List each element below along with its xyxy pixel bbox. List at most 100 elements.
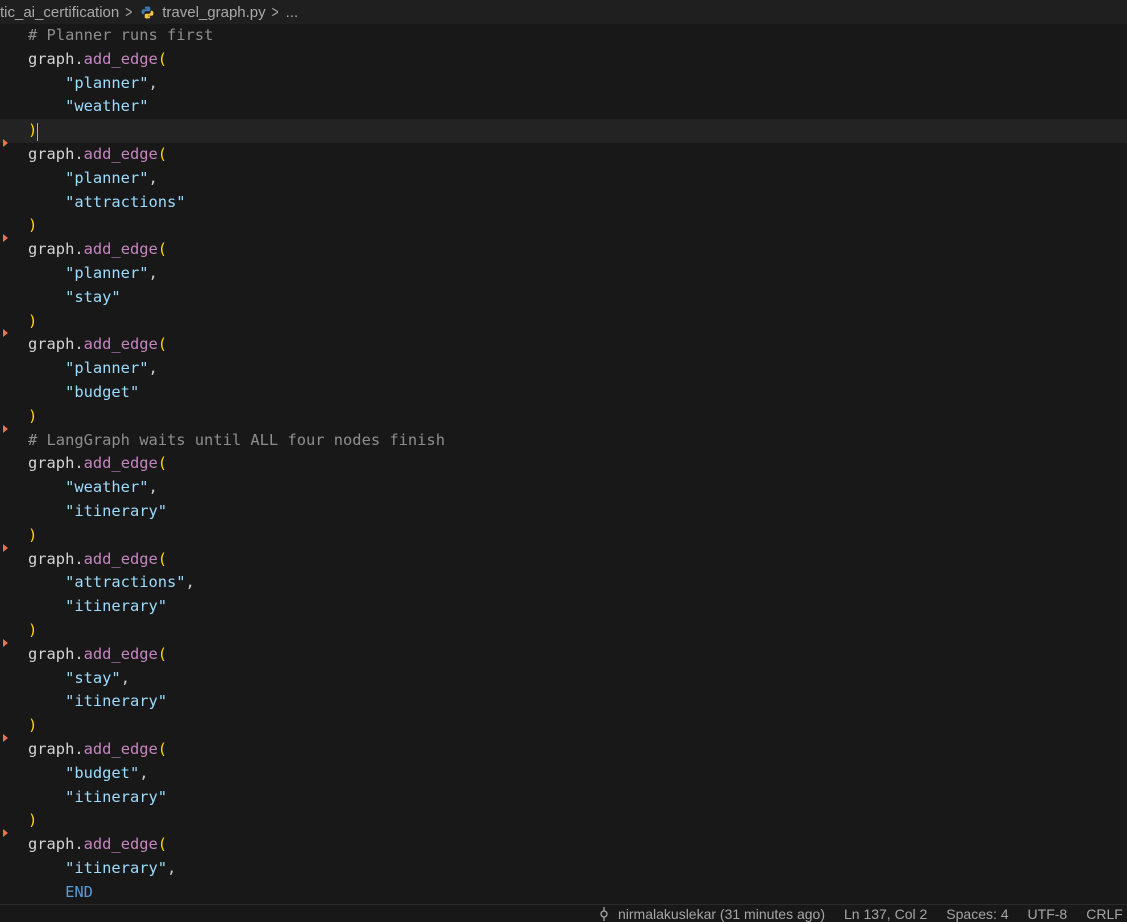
code-line[interactable]: "itinerary" <box>0 595 1127 619</box>
code-editor[interactable]: # Planner runs first graph.add_edge( "pla… <box>0 24 1127 904</box>
code-line[interactable]: "itinerary" <box>0 786 1127 810</box>
code-line[interactable]: "planner", <box>0 167 1127 191</box>
code-line[interactable]: ) <box>0 524 1127 548</box>
code-line[interactable]: ) <box>0 619 1127 643</box>
code-token-punct: . <box>74 549 84 568</box>
code-line-text: "budget" <box>28 381 139 405</box>
code-line-text: graph.add_edge( <box>28 548 167 572</box>
code-line[interactable]: graph.add_edge( <box>0 48 1127 72</box>
code-token-punct <box>28 264 65 282</box>
code-token-paren: ) <box>28 525 38 544</box>
fold-arrow-icon[interactable] <box>3 638 8 647</box>
code-line[interactable]: "planner", <box>0 357 1127 381</box>
eol-status[interactable]: CRLF <box>1086 906 1123 922</box>
code-token-func: add_edge <box>83 145 158 163</box>
code-token-punct <box>28 97 65 115</box>
code-token-punct <box>28 764 65 782</box>
code-token-punct: , <box>148 264 158 282</box>
code-token-punct <box>28 74 65 92</box>
code-line[interactable]: "attractions" <box>0 191 1127 215</box>
fold-arrow-icon[interactable] <box>3 543 8 552</box>
code-line-text: "itinerary" <box>28 786 167 810</box>
encoding-status[interactable]: UTF-8 <box>1028 906 1068 922</box>
code-token-var: graph <box>28 835 75 854</box>
code-line[interactable]: END <box>0 881 1127 904</box>
code-token-punct: , <box>120 668 130 687</box>
fold-arrow-icon[interactable] <box>3 139 8 147</box>
git-blame-text: nirmalakuslekar (31 minutes ago) <box>618 906 825 922</box>
fold-arrow-icon[interactable] <box>3 424 8 433</box>
code-line[interactable]: ) <box>0 405 1127 429</box>
code-token-paren: ) <box>28 311 38 330</box>
code-token-punct <box>28 193 65 211</box>
code-line[interactable]: "itinerary" <box>0 690 1127 714</box>
code-token-punct <box>28 169 65 187</box>
code-line[interactable]: "itinerary", <box>0 857 1127 881</box>
code-line-text: "itinerary" <box>28 690 167 714</box>
breadcrumb-folder[interactable]: tic_ai_certification <box>0 4 119 21</box>
code-line[interactable]: "planner", <box>0 72 1127 96</box>
code-token-var: graph <box>28 549 75 568</box>
code-token-punct <box>28 383 65 401</box>
code-line[interactable]: "budget" <box>0 381 1127 405</box>
code-line[interactable]: "weather", <box>0 476 1127 500</box>
breadcrumb-more[interactable]: ... <box>286 4 299 21</box>
code-token-punct <box>28 788 65 806</box>
code-token-punct <box>28 883 65 901</box>
code-line-text: graph.add_edge( <box>28 738 167 762</box>
code-token-punct: . <box>74 740 84 758</box>
code-line[interactable]: "attractions", <box>0 571 1127 595</box>
fold-arrow-icon[interactable] <box>3 234 8 243</box>
code-line[interactable]: graph.add_edge( <box>0 734 1127 762</box>
code-token-str: "itinerary" <box>65 859 168 877</box>
fold-arrow-icon[interactable] <box>3 734 8 742</box>
code-line[interactable]: graph.add_edge( <box>0 329 1127 357</box>
code-line[interactable]: "stay", <box>0 667 1127 691</box>
code-token-func: add_edge <box>83 549 158 568</box>
code-token-paren: ( <box>157 49 168 68</box>
code-token-func: add_edge <box>83 49 158 68</box>
code-token-str: "planner" <box>65 73 149 92</box>
code-line[interactable]: # Planner runs first <box>0 24 1127 48</box>
code-line-text: "planner", <box>28 167 158 191</box>
code-line-text: # LangGraph waits until ALL four nodes f… <box>28 429 445 453</box>
indentation-status[interactable]: Spaces: 4 <box>946 906 1008 922</box>
code-line[interactable]: graph.add_edge( <box>0 638 1127 667</box>
fold-arrow-icon[interactable] <box>3 329 8 338</box>
code-line[interactable]: graph.add_edge( <box>0 543 1127 572</box>
code-line[interactable]: "weather" <box>0 95 1127 119</box>
breadcrumb-file[interactable]: travel_graph.py <box>162 4 265 21</box>
code-token-paren: ( <box>157 240 168 259</box>
code-line[interactable]: graph.add_edge( <box>0 829 1127 857</box>
code-line[interactable]: ) <box>0 714 1127 738</box>
code-token-str: "weather" <box>65 478 149 497</box>
code-line[interactable]: "budget", <box>0 762 1127 786</box>
code-token-str: "budget" <box>65 763 140 782</box>
code-line[interactable]: "planner", <box>0 262 1127 286</box>
code-line[interactable]: graph.add_edge( <box>0 452 1127 476</box>
code-line-text: # Planner runs first <box>28 24 213 48</box>
code-line-text: "planner", <box>28 262 158 286</box>
cursor-position[interactable]: Ln 137, Col 2 <box>844 906 927 922</box>
code-token-str: "stay" <box>65 668 121 687</box>
code-line[interactable]: ) <box>0 119 1127 143</box>
code-token-var: graph <box>28 145 75 163</box>
code-line[interactable]: graph.add_edge( <box>0 139 1127 167</box>
code-line-text: "itinerary", <box>28 857 176 881</box>
code-line[interactable]: ) <box>0 310 1127 334</box>
code-line[interactable]: graph.add_edge( <box>0 234 1127 262</box>
code-line[interactable]: "itinerary" <box>0 500 1127 524</box>
code-line[interactable]: ) <box>0 214 1127 238</box>
git-blame-status[interactable]: nirmalakuslekar (31 minutes ago) <box>598 906 825 922</box>
code-line-text: "itinerary" <box>28 595 167 619</box>
code-line[interactable]: # LangGraph waits until ALL four nodes f… <box>0 424 1127 453</box>
code-line-text: ) <box>28 214 37 238</box>
code-token-punct <box>28 597 65 615</box>
code-token-punct: , <box>167 859 177 877</box>
fold-arrow-icon[interactable] <box>3 829 8 838</box>
code-line-text: graph.add_edge( <box>28 643 167 667</box>
code-line[interactable]: "stay" <box>0 286 1127 310</box>
code-line-text: ) <box>28 310 37 334</box>
code-token-punct <box>28 359 65 377</box>
code-line[interactable]: ) <box>0 809 1127 833</box>
